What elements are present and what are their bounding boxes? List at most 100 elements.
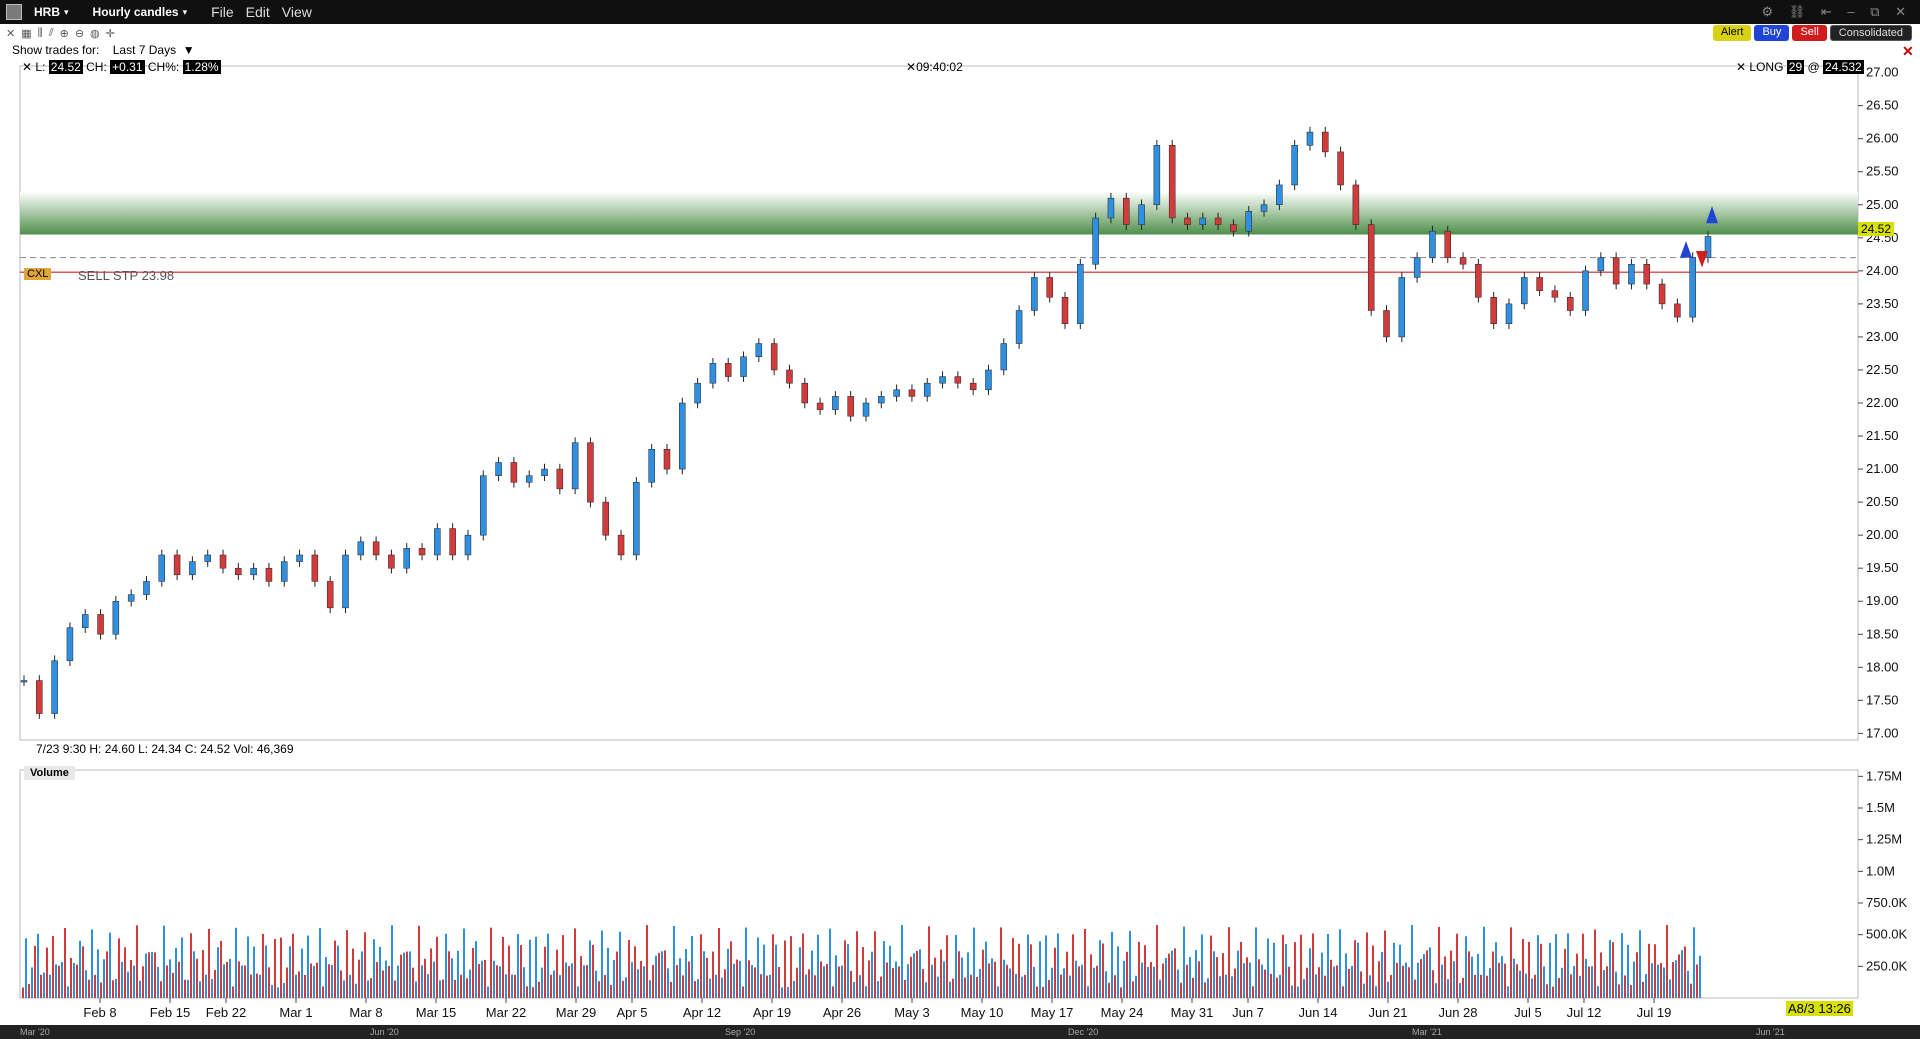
- volume-bar: [976, 976, 978, 998]
- buy-button[interactable]: Buy: [1754, 25, 1790, 41]
- candle-body: [388, 554, 395, 569]
- position-close-icon[interactable]: ✕: [1736, 60, 1746, 74]
- volume-bar: [1204, 982, 1206, 998]
- candle-body: [36, 680, 43, 714]
- volume-bar: [466, 978, 468, 998]
- volume-bar: [286, 967, 288, 998]
- navigator-bar[interactable]: Mar '20 Jun '20 Sep '20 Dec '20 Mar '21 …: [0, 1025, 1920, 1039]
- candle-body: [1612, 257, 1620, 285]
- buy-marker: [1680, 241, 1692, 258]
- chart-icon[interactable]: ▦: [21, 27, 31, 40]
- volume-bar: [1447, 979, 1449, 998]
- volume-bar: [451, 958, 453, 998]
- candle-body: [832, 396, 839, 410]
- bars-icon[interactable]: ⫽: [49, 27, 54, 40]
- volume-bar: [1306, 967, 1308, 998]
- volume-bar: [1534, 974, 1536, 998]
- volume-bar: [109, 932, 111, 998]
- close-icon[interactable]: ✕: [6, 27, 15, 40]
- zoom-out-icon[interactable]: ⊖: [75, 27, 84, 40]
- candle-body: [908, 389, 916, 397]
- volume-bar: [1039, 941, 1041, 998]
- crosshair-icon[interactable]: ✛: [106, 27, 115, 40]
- volume-bar: [1567, 933, 1569, 998]
- volume-bar: [1441, 964, 1443, 998]
- symbol-dropdown-icon[interactable]: ▾: [64, 7, 69, 18]
- volume-bar: [1159, 979, 1161, 998]
- volume-bar: [268, 967, 270, 998]
- volume-bar: [316, 962, 318, 998]
- zoom-in-icon[interactable]: ⊕: [60, 27, 69, 40]
- candle-body: [1689, 257, 1696, 318]
- volume-bar: [472, 948, 474, 998]
- volume-bar: [1180, 982, 1182, 998]
- volume-tick-label: 1.25M: [1866, 832, 1902, 847]
- show-trades-select[interactable]: Last 7 Days: [113, 43, 176, 57]
- volume-bar: [1126, 951, 1128, 998]
- candle-body: [1505, 303, 1513, 324]
- globe-icon[interactable]: ◍: [90, 27, 100, 40]
- volume-bar: [622, 980, 624, 998]
- volume-bar: [1333, 966, 1335, 998]
- volume-bar: [1150, 962, 1152, 998]
- candle-icon[interactable]: ⫼: [38, 27, 43, 40]
- volume-bar: [364, 932, 366, 998]
- chart-type-selector[interactable]: Hourly candles: [93, 5, 179, 19]
- consolidated-button[interactable]: Consolidated: [1829, 25, 1912, 41]
- price-tick-label: 19.00: [1866, 593, 1899, 608]
- clock-close-icon[interactable]: ✕: [906, 60, 916, 74]
- chart-toolbar: ✕ ▦ ⫼ ⫽ ⊕ ⊖ ◍ ✛: [0, 24, 1920, 42]
- menu-view[interactable]: View: [282, 4, 312, 20]
- volume-bar: [1168, 953, 1170, 998]
- menu-edit[interactable]: Edit: [246, 4, 270, 20]
- volume-bar: [1195, 950, 1197, 998]
- header-close-icon[interactable]: ✕: [22, 60, 32, 74]
- volume-bar: [739, 960, 741, 998]
- show-trades-dropdown-icon[interactable]: ▼: [179, 43, 195, 57]
- volume-tick-label: 1.5M: [1866, 800, 1895, 815]
- volume-bar: [1063, 968, 1065, 998]
- volume-bar: [1045, 935, 1047, 998]
- volume-bar: [1369, 975, 1371, 998]
- volume-bar: [1018, 943, 1020, 998]
- volume-bar: [568, 966, 570, 998]
- sell-button[interactable]: Sell: [1792, 25, 1827, 41]
- candle-body: [434, 528, 441, 556]
- volume-bar: [1279, 974, 1281, 998]
- volume-bar: [556, 949, 558, 998]
- window-controls[interactable]: ⚙ ⛓ ⇤ – ⧉ ✕: [1761, 4, 1912, 20]
- alert-button[interactable]: Alert: [1712, 25, 1752, 41]
- price-tick-label: 18.50: [1866, 626, 1899, 641]
- price-chart[interactable]: 27.0026.5026.0025.5025.0024.5024.0023.50…: [0, 58, 1920, 1025]
- volume-bar: [1021, 976, 1023, 998]
- candle-body: [1383, 310, 1390, 338]
- candle-body: [985, 369, 992, 391]
- volume-bar: [607, 947, 609, 998]
- position-qty: 29: [1786, 60, 1805, 74]
- volume-bar: [91, 929, 93, 998]
- volume-bar: [163, 925, 165, 998]
- volume-bar: [1558, 977, 1560, 998]
- volume-bar: [655, 955, 657, 998]
- chart-type-dropdown-icon[interactable]: ▾: [183, 7, 188, 18]
- volume-bar: [352, 948, 354, 998]
- volume-bar: [355, 983, 357, 998]
- volume-bar: [370, 978, 372, 998]
- symbol-selector[interactable]: HRB: [34, 5, 60, 19]
- volume-bar: [745, 927, 747, 998]
- volume-bar: [1294, 942, 1296, 998]
- volume-bar: [790, 936, 792, 998]
- volume-bar: [1264, 969, 1266, 998]
- cancel-order-button[interactable]: CXL: [24, 268, 52, 280]
- volume-bar: [709, 978, 711, 998]
- volume-bar: [1207, 978, 1209, 998]
- volume-bar: [1258, 959, 1260, 998]
- volume-bar: [1432, 970, 1434, 998]
- volume-bar: [730, 941, 732, 998]
- volume-bar: [343, 980, 345, 998]
- volume-bar: [814, 975, 816, 998]
- candle-body: [1597, 257, 1605, 272]
- volume-bar: [925, 982, 927, 998]
- menu-file[interactable]: File: [211, 4, 234, 20]
- volume-bar: [133, 965, 135, 998]
